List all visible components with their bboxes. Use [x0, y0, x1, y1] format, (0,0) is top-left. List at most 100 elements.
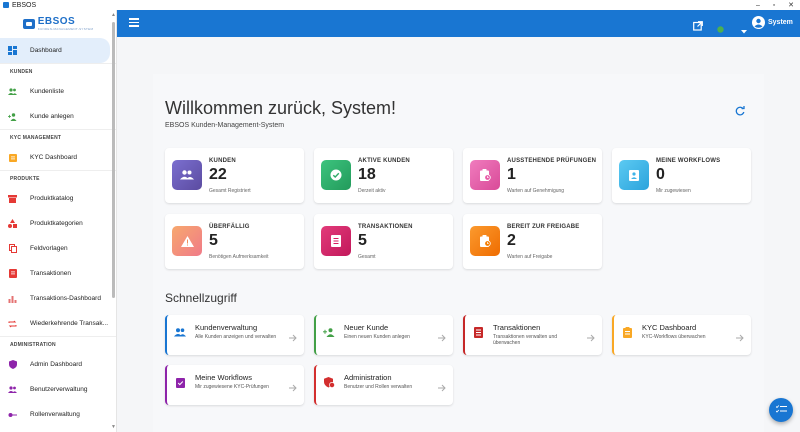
stat-label: TRANSAKTIONEN [358, 224, 413, 230]
quick-card-administration[interactable]: Administration Benutzer und Rollen verwa… [314, 365, 453, 405]
person-add-icon [323, 326, 335, 338]
arrow-forward-icon [438, 329, 446, 347]
stat-desc: Warten auf Genehmigung [507, 188, 565, 194]
section-kunden: KUNDEN [0, 63, 116, 79]
assignment-icon [621, 326, 633, 338]
app-icon [3, 2, 9, 8]
sidebar-item-transaktions-dashboard[interactable]: Transaktions-Dashboard [0, 286, 116, 311]
stat-label: AUSSTEHENDE PRÜFUNGEN [507, 158, 597, 164]
window-titlebar: EBSOS – ▫ ✕ [0, 0, 800, 10]
sidebar-item-feldvorlagen[interactable]: Feldvorlagen [0, 236, 116, 261]
assignment-icon [8, 153, 17, 162]
stat-value: 18 [358, 166, 376, 183]
assignment-ind-icon [619, 160, 649, 190]
sidebar-scrollbar[interactable] [112, 22, 115, 298]
bar-chart-icon [8, 294, 17, 303]
quick-card-desc: Einen neuen Kunden anlegen [344, 334, 410, 340]
arrow-forward-icon [289, 329, 297, 347]
receipt-icon [472, 326, 484, 338]
stat-desc: Gesamt [358, 254, 376, 260]
people-icon [172, 160, 202, 190]
admin-panel-icon [323, 376, 335, 388]
pending-actions-icon [470, 226, 500, 256]
stat-label: MEINE WORKFLOWS [656, 158, 721, 164]
sidebar-item-label: Kundenliste [30, 88, 64, 95]
minimize-icon[interactable]: – [751, 0, 765, 10]
quick-card-desc: Alle Kunden anzeigen und verwalten [195, 334, 277, 340]
receipt-icon [8, 269, 17, 278]
task-list-fab-button[interactable] [769, 398, 793, 422]
quick-card-desc: KYC-Workflows überwachen [642, 334, 706, 340]
quick-card-title: Neuer Kunde [344, 323, 389, 332]
quick-card-meine-workflows[interactable]: Meine Workflows Mir zugewiesene KYC-Prüf… [165, 365, 304, 405]
section-administration: ADMINISTRATION [0, 336, 116, 352]
page-title: Willkommen zurück, System! [165, 98, 397, 118]
close-icon[interactable]: ✕ [784, 0, 798, 10]
section-title-schnellzugriff: Schnellzugriff [165, 291, 237, 305]
sidebar-item-admin-dashboard[interactable]: Admin Dashboard [0, 352, 116, 377]
sidebar-item-benutzerverwaltung[interactable]: Benutzerverwaltung [0, 377, 116, 402]
sidebar-item-kyc-dashboard[interactable]: KYC Dashboard [0, 145, 116, 170]
refresh-icon[interactable] [735, 103, 745, 121]
pending-actions-icon [470, 160, 500, 190]
logo-subtitle: KUNDEN-MANAGEMENT-SYSTEM [37, 27, 94, 31]
admin-shield-icon [8, 360, 17, 369]
quick-card-neuer-kunde[interactable]: Neuer Kunde Einen neuen Kunden anlegen [314, 315, 453, 355]
quick-card-transaktionen[interactable]: Transaktionen Transaktionen verwalten un… [463, 315, 602, 355]
stat-value: 5 [358, 232, 367, 249]
sidebar-item-label: Produktkatalog [30, 195, 74, 202]
sidebar-item-kunde-anlegen[interactable]: Kunde anlegen [0, 104, 116, 129]
stat-card-meine-workflows[interactable]: MEINE WORKFLOWS 0 Mir zugewiesen [612, 148, 751, 203]
stat-desc: Derzeit aktiv [358, 188, 386, 194]
stat-card-aktive-kunden[interactable]: AKTIVE KUNDEN 18 Derzeit aktiv [314, 148, 453, 203]
stat-label: BEREIT ZUR FREIGABE [507, 224, 580, 230]
stat-label: KUNDEN [209, 158, 236, 164]
window-title: EBSOS [12, 1, 37, 9]
sidebar-item-produktkategorien[interactable]: Produktkategorien [0, 211, 116, 236]
category-icon [8, 219, 17, 228]
sidebar-item-kundenliste[interactable]: Kundenliste [0, 79, 116, 104]
scroll-down-icon[interactable]: ▼ [111, 424, 116, 430]
stat-card-ausstehende-pruefungen[interactable]: AUSSTEHENDE PRÜFUNGEN 1 Warten auf Geneh… [463, 148, 602, 203]
sidebar-item-label: Feldvorlagen [30, 245, 68, 252]
stat-card-transaktionen[interactable]: TRANSAKTIONEN 5 Gesamt [314, 214, 453, 269]
warning-icon [172, 226, 202, 256]
quick-card-kundenverwaltung[interactable]: Kundenverwaltung Alle Kunden anzeigen un… [165, 315, 304, 355]
status-indicator-icon [717, 20, 724, 38]
quick-card-title: Meine Workflows [195, 373, 252, 382]
quick-card-title: Kundenverwaltung [195, 323, 258, 332]
inventory-icon [8, 194, 17, 203]
check-circle-icon [321, 160, 351, 190]
stat-card-kunden[interactable]: KUNDEN 22 Gesamt Registriert [165, 148, 304, 203]
sidebar-item-label: Wiederkehrende Transak... [30, 320, 109, 327]
sidebar-item-wiederkehrende-transaktionen[interactable]: Wiederkehrende Transak... [0, 311, 116, 336]
sidebar-item-label: Dashboard [30, 47, 62, 54]
quick-card-title: Administration [344, 373, 392, 382]
copy-icon [8, 244, 17, 253]
stat-desc: Gesamt Registriert [209, 188, 251, 194]
sidebar-item-rollenverwaltung[interactable]: Rollenverwaltung [0, 402, 116, 427]
menu-icon[interactable] [129, 18, 139, 28]
sidebar-item-label: Benutzerverwaltung [30, 386, 88, 393]
user-name[interactable]: System [768, 19, 793, 26]
section-kyc: KYC MANAGEMENT [0, 129, 116, 145]
quick-card-title: Transaktionen [493, 323, 541, 332]
sidebar-item-transaktionen[interactable]: Transaktionen [0, 261, 116, 286]
maximize-icon[interactable]: ▫ [767, 0, 781, 10]
sidebar-item-produktkatalog[interactable]: Produktkatalog [0, 186, 116, 211]
stat-card-bereit-zur-freigabe[interactable]: BEREIT ZUR FREIGABE 2 Warten auf Freigab… [463, 214, 602, 269]
stat-card-ueberfaellig[interactable]: ÜBERFÄLLIG 5 Benötigen Aufmerksamkeit [165, 214, 304, 269]
quick-card-kyc-dashboard[interactable]: KYC Dashboard KYC-Workflows überwachen [612, 315, 751, 355]
arrow-forward-icon [587, 329, 595, 347]
scroll-up-icon[interactable]: ▲ [111, 12, 116, 18]
stat-value: 2 [507, 232, 516, 249]
quick-card-desc: Mir zugewiesene KYC-Prüfungen [195, 384, 269, 390]
sidebar-item-label: KYC Dashboard [30, 154, 77, 161]
stat-desc: Mir zugewiesen [656, 188, 691, 194]
stat-value: 22 [209, 166, 227, 183]
open-in-new-icon[interactable] [693, 18, 703, 36]
app-header: System [117, 10, 800, 37]
account-circle-icon[interactable] [752, 16, 765, 34]
sidebar-item-dashboard[interactable]: Dashboard [0, 38, 110, 63]
person-add-icon [8, 112, 17, 121]
